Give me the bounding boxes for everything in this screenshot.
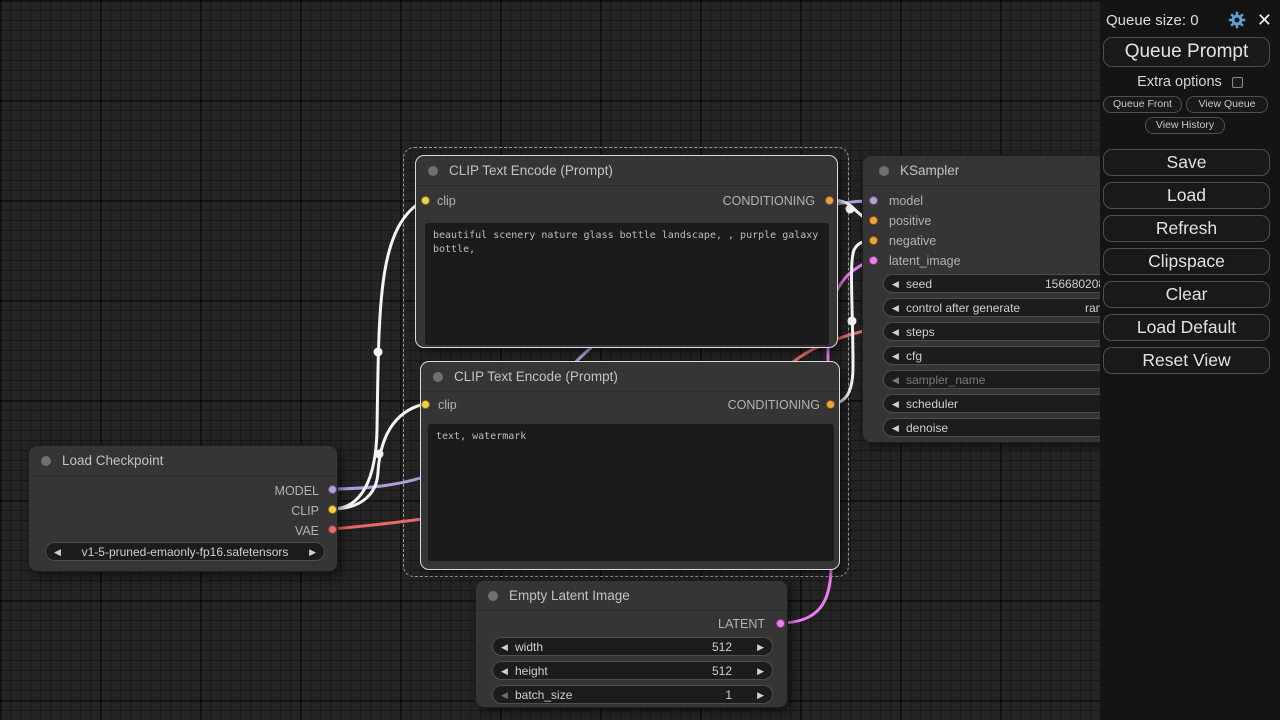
prompt-text-area[interactable]: beautiful scenery nature glass bottle la… bbox=[425, 223, 829, 345]
collapse-dot-icon[interactable] bbox=[428, 165, 438, 176]
collapse-dot-icon[interactable] bbox=[879, 165, 889, 176]
queue-size-label: Queue size: 0 bbox=[1106, 11, 1199, 29]
decrement-arrow-icon[interactable]: ◀ bbox=[892, 324, 899, 340]
decrement-arrow-icon[interactable]: ◀ bbox=[501, 639, 508, 655]
port-clip-output[interactable] bbox=[328, 505, 337, 514]
output-label-conditioning: CONDITIONING bbox=[722, 194, 815, 208]
port-clip-input[interactable] bbox=[421, 400, 430, 409]
increment-arrow-icon[interactable]: ▶ bbox=[757, 663, 764, 679]
settings-gear-icon[interactable] bbox=[1227, 10, 1247, 30]
widget-value: 512 bbox=[711, 640, 732, 654]
widget-label: batch_size bbox=[515, 688, 573, 702]
port-latent-image-input[interactable] bbox=[869, 256, 878, 265]
height-widget[interactable]: ◀ height 512 ▶ bbox=[492, 661, 773, 680]
widget-value: 1 bbox=[725, 688, 732, 702]
widget-label: denoise bbox=[906, 421, 949, 435]
view-history-button[interactable]: View History bbox=[1145, 117, 1225, 134]
widget-label: steps bbox=[906, 325, 935, 339]
reset-view-button[interactable]: Reset View bbox=[1103, 347, 1270, 374]
decrement-arrow-icon[interactable]: ◀ bbox=[501, 663, 508, 679]
decrement-arrow-icon[interactable]: ◀ bbox=[892, 372, 899, 388]
load-button[interactable]: Load bbox=[1103, 182, 1270, 209]
widget-label: cfg bbox=[906, 349, 923, 363]
collapse-dot-icon[interactable] bbox=[433, 371, 443, 382]
decrement-arrow-icon[interactable]: ◀ bbox=[892, 300, 899, 316]
port-vae-output[interactable] bbox=[328, 525, 337, 534]
node-header[interactable]: CLIP Text Encode (Prompt) bbox=[421, 362, 839, 392]
ckpt-name-value: v1-5-pruned-emaonly-fp16.safetensors bbox=[81, 545, 289, 559]
batch-size-widget[interactable]: ◀ batch_size 1 ▶ bbox=[492, 685, 773, 704]
port-model-input[interactable] bbox=[869, 196, 878, 205]
output-label-latent: LATENT bbox=[718, 617, 765, 631]
load-default-button[interactable]: Load Default bbox=[1103, 314, 1270, 341]
menu-panel: Queue size: 0 ✕ Queue Prompt Extra optio… bbox=[1100, 0, 1280, 720]
node-title: Load Checkpoint bbox=[62, 453, 164, 468]
node-empty-latent-image[interactable]: Empty Latent Image LATENT ◀ width 512 ▶ … bbox=[475, 580, 788, 708]
view-queue-button[interactable]: View Queue bbox=[1186, 96, 1268, 113]
width-widget[interactable]: ◀ width 512 ▶ bbox=[492, 637, 773, 656]
widget-value: 512 bbox=[711, 664, 732, 678]
node-header[interactable]: Empty Latent Image bbox=[476, 581, 787, 611]
input-label-positive: positive bbox=[889, 214, 932, 228]
extra-options-row: Extra options bbox=[1100, 74, 1280, 90]
refresh-button[interactable]: Refresh bbox=[1103, 215, 1270, 242]
decrement-arrow-icon[interactable]: ◀ bbox=[54, 544, 61, 560]
node-clip-text-encode-negative[interactable]: CLIP Text Encode (Prompt) clip CONDITION… bbox=[420, 361, 840, 570]
queue-front-button[interactable]: Queue Front bbox=[1103, 96, 1182, 113]
input-label-clip: clip bbox=[437, 194, 456, 208]
decrement-arrow-icon[interactable]: ◀ bbox=[892, 348, 899, 364]
increment-arrow-icon[interactable]: ▶ bbox=[757, 687, 764, 703]
output-label-clip: CLIP bbox=[291, 504, 319, 518]
extra-options-checkbox[interactable] bbox=[1231, 76, 1243, 88]
input-label-latent-image: latent_image bbox=[889, 254, 961, 268]
node-load-checkpoint[interactable]: Load Checkpoint MODEL CLIP VAE ◀ v1-5-pr… bbox=[28, 445, 338, 572]
widget-label: scheduler bbox=[906, 397, 959, 411]
ckpt-name-widget[interactable]: ◀ v1-5-pruned-emaonly-fp16.safetensors ▶ bbox=[45, 542, 325, 561]
port-conditioning-output[interactable] bbox=[825, 196, 834, 205]
node-title: CLIP Text Encode (Prompt) bbox=[449, 163, 613, 178]
node-title: KSampler bbox=[900, 163, 960, 178]
port-conditioning-output[interactable] bbox=[826, 400, 835, 409]
port-negative-input[interactable] bbox=[869, 236, 878, 245]
increment-arrow-icon[interactable]: ▶ bbox=[757, 639, 764, 655]
input-label-clip: clip bbox=[438, 398, 457, 412]
widget-label: height bbox=[515, 664, 548, 678]
save-button[interactable]: Save bbox=[1103, 149, 1270, 176]
port-clip-input[interactable] bbox=[421, 196, 430, 205]
clipspace-button[interactable]: Clipspace bbox=[1103, 248, 1270, 275]
collapse-dot-icon[interactable] bbox=[41, 455, 51, 466]
widget-label: control after generate bbox=[906, 301, 1021, 315]
port-latent-output[interactable] bbox=[776, 619, 785, 628]
decrement-arrow-icon[interactable]: ◀ bbox=[892, 420, 899, 436]
widget-label: seed bbox=[906, 277, 933, 291]
node-load-checkpoint-header[interactable]: Load Checkpoint bbox=[29, 446, 337, 476]
node-title: Empty Latent Image bbox=[509, 588, 630, 603]
input-label-negative: negative bbox=[889, 234, 937, 248]
widget-label: sampler_name bbox=[906, 373, 986, 387]
node-header[interactable]: CLIP Text Encode (Prompt) bbox=[416, 156, 837, 186]
decrement-arrow-icon[interactable]: ◀ bbox=[501, 687, 508, 703]
decrement-arrow-icon[interactable]: ◀ bbox=[892, 276, 899, 292]
prompt-text-area[interactable]: text, watermark bbox=[428, 424, 834, 561]
input-label-model: model bbox=[889, 194, 924, 208]
node-title: CLIP Text Encode (Prompt) bbox=[454, 369, 618, 384]
decrement-arrow-icon[interactable]: ◀ bbox=[892, 396, 899, 412]
widget-label: width bbox=[515, 640, 544, 654]
collapse-dot-icon[interactable] bbox=[488, 590, 498, 601]
port-model-output[interactable] bbox=[328, 485, 337, 494]
clear-button[interactable]: Clear bbox=[1103, 281, 1270, 308]
output-label-vae: VAE bbox=[294, 524, 319, 538]
extra-options-label: Extra options bbox=[1137, 74, 1222, 90]
node-clip-text-encode-positive[interactable]: CLIP Text Encode (Prompt) clip CONDITION… bbox=[415, 155, 838, 348]
close-icon[interactable]: ✕ bbox=[1257, 11, 1272, 29]
output-label-conditioning: CONDITIONING bbox=[727, 398, 820, 412]
output-label-model: MODEL bbox=[274, 484, 319, 498]
port-positive-input[interactable] bbox=[869, 216, 878, 225]
queue-prompt-button[interactable]: Queue Prompt bbox=[1103, 37, 1270, 67]
increment-arrow-icon[interactable]: ▶ bbox=[309, 544, 316, 560]
